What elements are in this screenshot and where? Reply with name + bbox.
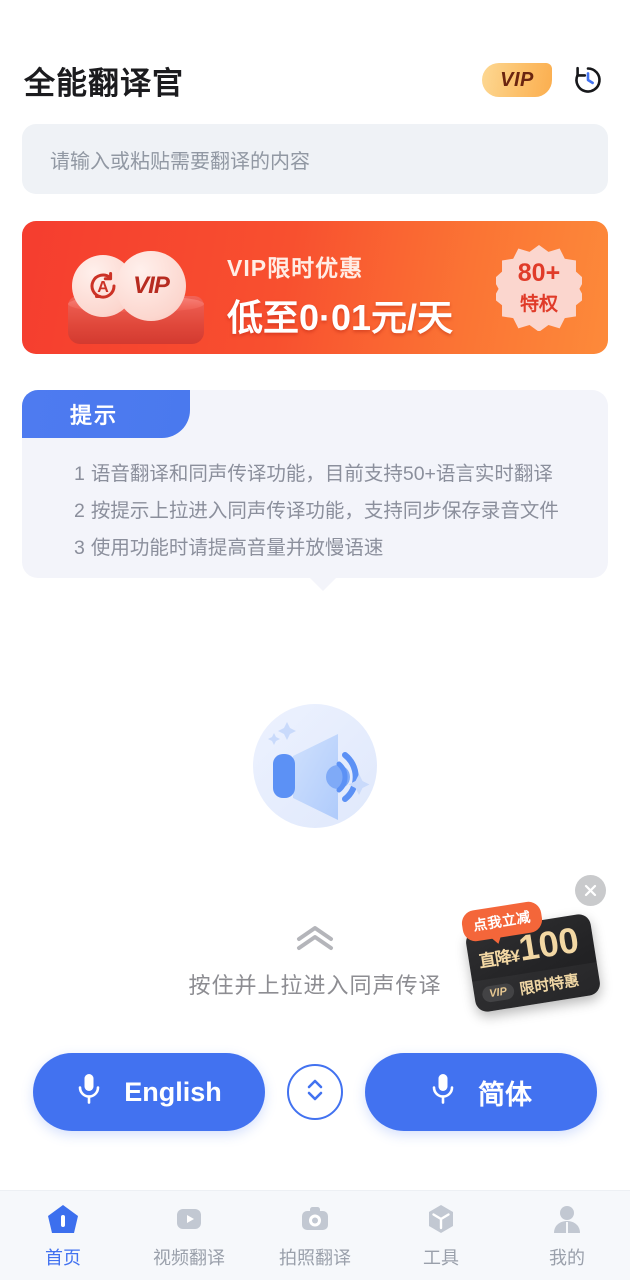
list-item: 3 使用功能时请提高音量并放慢语速 xyxy=(74,530,588,567)
microphone-icon xyxy=(430,1072,456,1113)
banner-headline: 低至0·01元/天 xyxy=(227,297,454,338)
tips-tab-label: 提示 xyxy=(22,390,190,438)
tip-number: 2 xyxy=(74,500,85,522)
tips-list: 1 语音翻译和同声传译功能，目前支持50+语言实时翻译 2 按提示上拉进入同声传译功… xyxy=(74,456,588,567)
speaker-sound-icon xyxy=(235,688,395,848)
source-language-button[interactable]: English xyxy=(33,1053,265,1131)
video-icon xyxy=(172,1202,206,1236)
app-screen: 全能翻译官 VIP 请输入或粘贴需要翻译的内容 A VIP VIP限时优惠 低至… xyxy=(0,0,630,1280)
nav-item-home[interactable]: 首页 xyxy=(0,1202,126,1270)
nav-item-profile[interactable]: 我的 xyxy=(504,1202,630,1270)
list-item: 2 按提示上拉进入同声传译功能，支持同步保存录音文件 xyxy=(74,493,588,530)
target-language-label: 简体 xyxy=(478,1079,532,1110)
header-actions: VIP xyxy=(482,62,606,98)
close-icon[interactable] xyxy=(575,875,606,906)
home-icon xyxy=(46,1202,80,1236)
person-icon xyxy=(550,1202,584,1236)
tip-text: 使用功能时请提高音量并放慢语速 xyxy=(90,537,384,559)
nav-label-video-translate: 视频翻译 xyxy=(153,1247,225,1268)
promo-vip-tag: VIP xyxy=(481,981,515,1003)
tip-number: 1 xyxy=(74,463,85,485)
privilege-count: 80+ xyxy=(517,258,561,287)
nav-item-tools[interactable]: 工具 xyxy=(378,1202,504,1270)
nav-item-video-translate[interactable]: 视频翻译 xyxy=(126,1202,252,1270)
tip-number: 3 xyxy=(74,537,85,559)
banner-coins-illustration: A VIP xyxy=(60,243,210,348)
input-placeholder-text: 请输入或粘贴需要翻译的内容 xyxy=(50,150,310,173)
banner-subtitle: VIP限时优惠 xyxy=(227,255,364,281)
camera-icon xyxy=(298,1202,332,1236)
history-icon[interactable] xyxy=(570,62,606,98)
tips-pointer-triangle xyxy=(309,577,337,591)
promo-floating-card[interactable]: 直降¥ 100 VIP 限时特惠 点我立减 xyxy=(460,899,606,1022)
promo-currency-label: 直降¥ xyxy=(477,946,521,972)
source-language-label: English xyxy=(124,1076,222,1107)
pull-up-hint-text: 按住并上拉进入同声传译 xyxy=(188,973,442,998)
cube-tools-icon xyxy=(424,1202,458,1236)
nav-label-tools: 工具 xyxy=(423,1247,459,1268)
nav-label-photo-translate: 拍照翻译 xyxy=(279,1247,351,1268)
microphone-icon xyxy=(76,1072,102,1113)
language-bar: English 简体 xyxy=(0,1052,630,1132)
vip-coin-label: VIP xyxy=(133,272,170,299)
tip-text: 按提示上拉进入同声传译功能，支持同步保存录音文件 xyxy=(90,500,559,522)
list-item: 1 语音翻译和同声传译功能，目前支持50+语言实时翻译 xyxy=(74,456,588,493)
banner-text-block: VIP限时优惠 低至0·01元/天 xyxy=(227,249,453,341)
page-title: 全能翻译官 xyxy=(24,65,184,101)
double-chevron-up-icon xyxy=(293,925,337,956)
promo-offer-label: 限时特惠 xyxy=(518,972,581,999)
target-language-button[interactable]: 简体 xyxy=(365,1053,597,1131)
nav-label-profile: 我的 xyxy=(549,1247,585,1268)
vip-badge-button[interactable]: VIP xyxy=(482,63,552,97)
swap-vertical-icon xyxy=(304,1077,326,1108)
privilege-badge: 80+ 特权 xyxy=(496,245,582,331)
privilege-label: 特权 xyxy=(519,293,558,315)
bottom-navigation: 首页 视频翻译 拍照翻译 工具 我的 xyxy=(0,1190,630,1280)
svg-text:A: A xyxy=(97,279,109,296)
vip-coin-icon: VIP xyxy=(116,251,186,321)
swap-language-button[interactable] xyxy=(287,1064,343,1120)
tips-card: 提示 1 语音翻译和同声传译功能，目前支持50+语言实时翻译 2 按提示上拉进入同声… xyxy=(22,390,608,591)
nav-label-home: 首页 xyxy=(45,1247,81,1268)
nav-item-photo-translate[interactable]: 拍照翻译 xyxy=(252,1202,378,1270)
app-header: 全能翻译官 VIP xyxy=(0,50,630,110)
vip-promo-banner[interactable]: A VIP VIP限时优惠 低至0·01元/天 80+ 特权 xyxy=(22,221,608,354)
tip-text: 语音翻译和同声传译功能，目前支持50+语言实时翻译 xyxy=(90,463,553,485)
promo-footer: VIP 限时特惠 xyxy=(481,969,581,1005)
translate-input[interactable]: 请输入或粘贴需要翻译的内容 xyxy=(22,124,608,194)
